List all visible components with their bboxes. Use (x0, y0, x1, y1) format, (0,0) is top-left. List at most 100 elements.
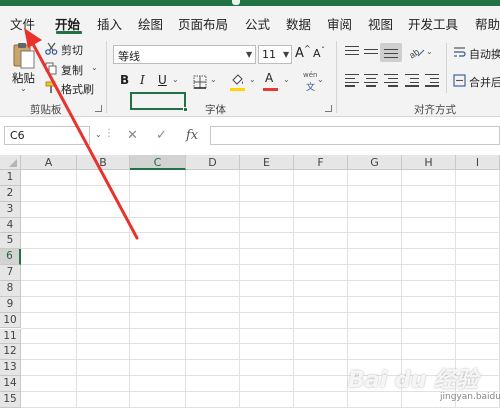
tab-help[interactable]: 帮助 (475, 14, 500, 33)
cancel-edit-button[interactable]: ✕ (127, 128, 138, 143)
fill-color-swatch (230, 88, 245, 91)
row-header-6[interactable]: 6 (0, 249, 21, 266)
name-box-value: C6 (10, 129, 25, 142)
wrap-text-icon[interactable] (453, 46, 466, 59)
cut-button[interactable]: 剪切 (61, 42, 83, 58)
font-size-dropdown-icon[interactable]: ▼ (283, 50, 289, 59)
font-name-dropdown-icon[interactable]: ▼ (246, 50, 252, 59)
row-header-15[interactable]: 15 (0, 391, 21, 408)
formula-input[interactable] (210, 126, 500, 145)
paste-icon[interactable] (12, 42, 36, 70)
format-painter-icon[interactable] (45, 81, 58, 94)
name-box-dropdown-icon[interactable]: ⌄ (95, 130, 102, 139)
underline-button[interactable]: U (158, 73, 167, 87)
wrap-text-button[interactable]: 自动换 (469, 46, 500, 62)
column-header-f[interactable]: F (294, 155, 348, 170)
copy-button[interactable]: 复制 (61, 62, 83, 78)
row-gridline (21, 311, 500, 313)
column-gridline (239, 170, 240, 408)
fill-color-icon[interactable] (230, 73, 245, 87)
svg-text:ab: ab (409, 47, 421, 59)
row-header-12[interactable]: 12 (0, 344, 21, 361)
column-header-d[interactable]: D (186, 155, 240, 170)
column-header-i[interactable]: I (456, 155, 500, 170)
tab-view[interactable]: 视图 (368, 14, 393, 33)
borders-dropdown-icon[interactable]: ⌄ (210, 75, 217, 84)
borders-icon[interactable] (193, 75, 207, 89)
decrease-indent-icon[interactable] (405, 74, 419, 87)
row-header-13[interactable]: 13 (0, 360, 21, 377)
row-header-5[interactable]: 5 (0, 233, 21, 250)
tab-insert[interactable]: 插入 (97, 14, 122, 33)
format-painter-button[interactable]: 格式刷 (61, 81, 94, 97)
column-header-c[interactable]: C (130, 155, 186, 170)
row-header-2[interactable]: 2 (0, 185, 21, 202)
copy-dropdown-icon[interactable]: ⌄ (91, 63, 98, 72)
paste-dropdown-icon[interactable]: ⌄ (20, 84, 27, 93)
row-gridline (21, 295, 500, 297)
align-top-icon[interactable] (345, 46, 359, 57)
tab-formulas[interactable]: 公式 (245, 14, 270, 33)
row-header-7[interactable]: 7 (0, 265, 21, 281)
align-middle-icon[interactable] (364, 49, 378, 60)
row-header-4[interactable]: 4 (0, 217, 21, 234)
name-box[interactable]: C6 (4, 126, 90, 145)
group-separator (336, 41, 337, 113)
tab-review[interactable]: 审阅 (327, 14, 352, 33)
row-header-11[interactable]: 11 (0, 328, 21, 345)
tab-draw[interactable]: 绘图 (138, 14, 163, 33)
align-right-icon[interactable] (384, 74, 398, 87)
underline-dropdown-icon[interactable]: ⌄ (172, 75, 179, 84)
tab-developer[interactable]: 开发工具 (408, 14, 458, 33)
splitter-icon[interactable]: ⋮ (104, 128, 114, 139)
column-header-a[interactable]: A (21, 155, 77, 170)
select-all-button[interactable] (0, 155, 21, 170)
merge-center-button[interactable]: 合并后 (469, 74, 500, 90)
orientation-icon[interactable]: ab (409, 45, 425, 59)
row-gridline (21, 264, 500, 266)
fill-handle[interactable] (183, 107, 188, 112)
font-name-select[interactable]: 等线 (113, 45, 256, 64)
align-bottom-icon[interactable] (384, 49, 398, 60)
bold-button[interactable]: B (120, 73, 129, 87)
column-header-g[interactable]: G (348, 155, 402, 170)
tab-page-layout[interactable]: 页面布局 (178, 14, 228, 33)
grow-font-button[interactable]: A (295, 46, 304, 61)
align-center-icon[interactable] (364, 74, 378, 87)
row-header-3[interactable]: 3 (0, 201, 21, 218)
row-header-1[interactable]: 1 (0, 170, 21, 186)
font-launcher-icon[interactable] (325, 105, 332, 112)
row-header-8[interactable]: 8 (0, 280, 21, 297)
column-header-b[interactable]: B (77, 155, 130, 170)
tab-data[interactable]: 数据 (286, 14, 311, 33)
column-header-e[interactable]: E (240, 155, 294, 170)
font-color-dropdown-icon[interactable]: ⌄ (283, 75, 290, 84)
column-gridline (185, 170, 186, 408)
enter-edit-button[interactable]: ✓ (156, 128, 167, 143)
merge-center-icon[interactable] (453, 74, 466, 87)
active-cell-c6[interactable] (130, 92, 186, 110)
scissors-icon[interactable] (45, 42, 58, 55)
insert-function-button[interactable]: fx (186, 128, 198, 143)
row-gridline (21, 248, 500, 250)
menu-bar: 文件 开始 插入 绘图 页面布局 公式 数据 审阅 视图 开发工具 帮助 (0, 6, 500, 37)
italic-button[interactable]: I (140, 73, 145, 87)
font-color-button[interactable]: A (265, 71, 273, 85)
shrink-font-button[interactable]: A (313, 47, 321, 60)
orientation-dropdown-icon[interactable]: ⌄ (426, 47, 433, 56)
tab-file[interactable]: 文件 (10, 14, 35, 33)
copy-icon[interactable] (45, 62, 58, 75)
select-all-icon (9, 159, 17, 167)
font-name-value: 等线 (118, 50, 140, 63)
row-header-10[interactable]: 10 (0, 312, 21, 329)
row-header-9[interactable]: 9 (0, 296, 21, 313)
clipboard-launcher-icon[interactable] (95, 105, 102, 112)
active-tab-underline (56, 31, 82, 34)
align-left-icon[interactable] (345, 74, 359, 87)
increase-indent-icon[interactable] (425, 74, 439, 87)
column-header-h[interactable]: H (402, 155, 456, 170)
fill-color-dropdown-icon[interactable]: ⌄ (249, 75, 256, 84)
phonetic-guide-button[interactable]: wén (303, 71, 317, 79)
phonetic-dropdown-icon[interactable]: ⌄ (317, 75, 324, 84)
row-header-14[interactable]: 14 (0, 376, 21, 392)
